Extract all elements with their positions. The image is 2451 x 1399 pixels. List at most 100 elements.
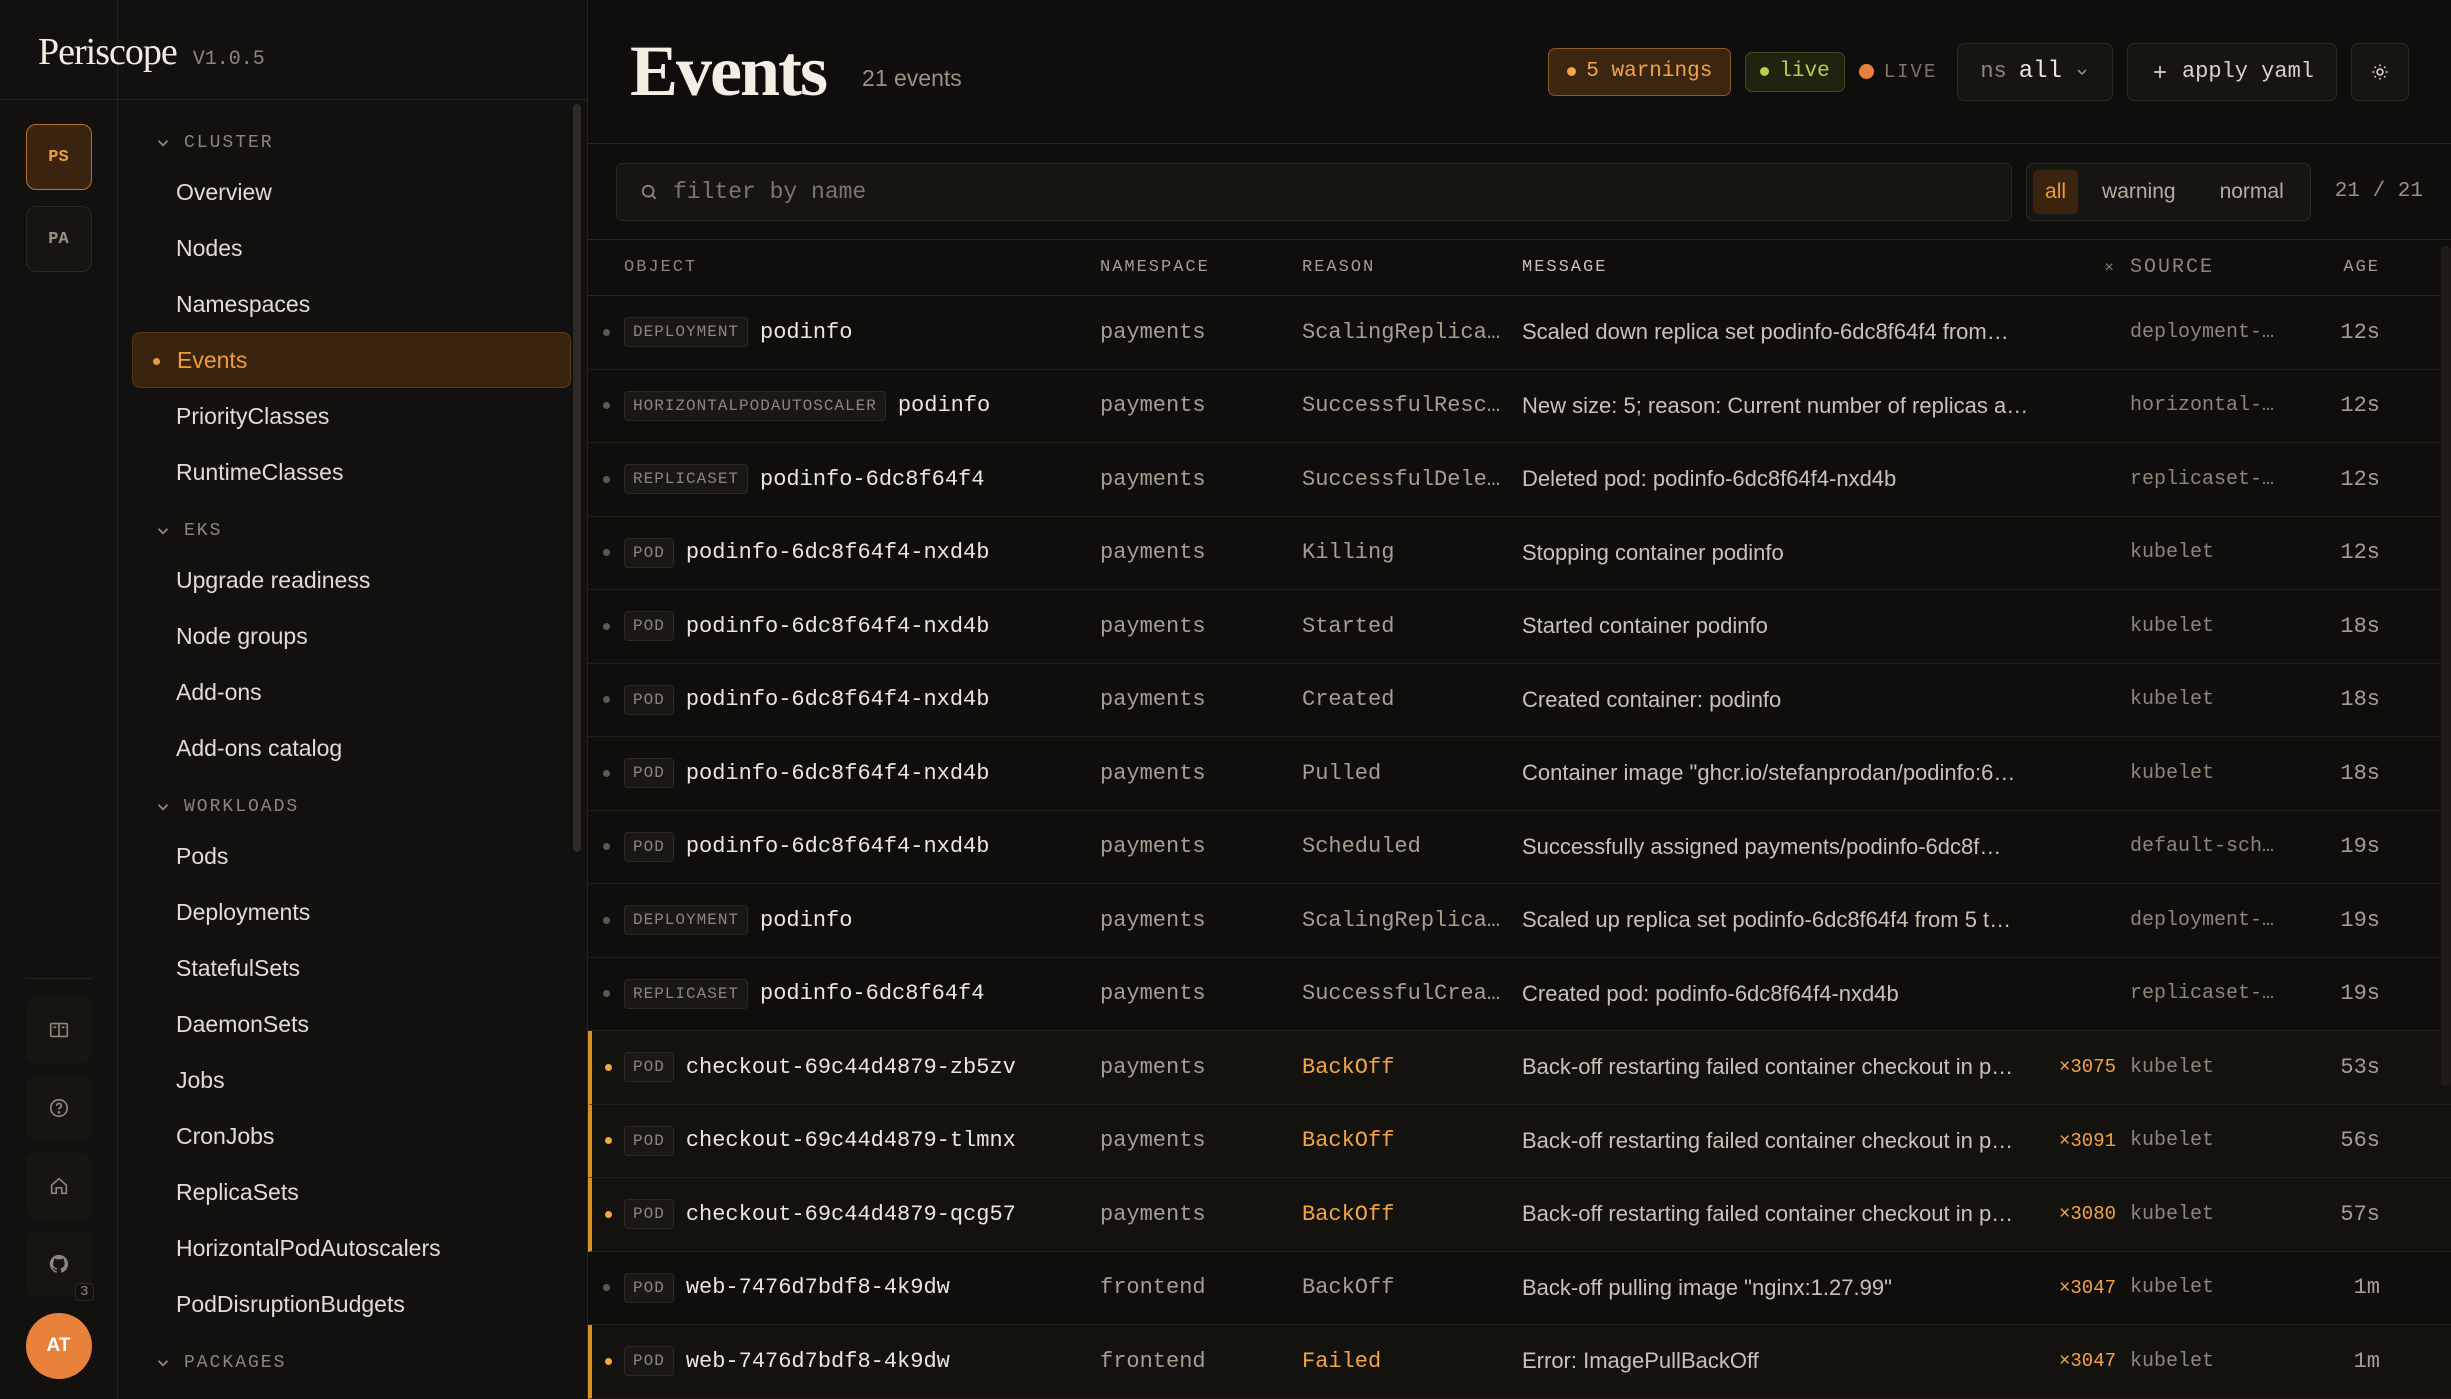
table-row[interactable]: POD podinfo-6dc8f64f4-nxd4b payments Starte… [588,590,2451,664]
live-pill-label: live [1779,60,1830,83]
sidebar-item-daemonsets[interactable]: DaemonSets [132,996,571,1052]
object-name[interactable]: podinfo-6dc8f64f4-nxd4b [686,834,990,859]
cell-message: Created container: podinfo [1522,686,1782,712]
object-name[interactable]: podinfo [898,393,990,418]
cell-age: 19s [2340,981,2380,1007]
search-icon [641,184,657,199]
table-row[interactable]: POD web-7476d7bdf8-4k9dw frontend Failed Err… [588,1325,2451,1399]
sidebar-item-poddisruptionbudgets[interactable]: PodDisruptionBudgets [132,1276,571,1332]
sidebar-item-node-groups[interactable]: Node groups [132,608,571,664]
cell-namespace: payments [1100,613,1206,639]
search-input[interactable] [673,178,1990,205]
column-namespace[interactable]: NAMESPACE [1100,258,1302,277]
sidebar-item-runtimeclasses[interactable]: RuntimeClasses [132,444,571,500]
context-pa-button[interactable]: PA [25,206,92,272]
nav-group-packages[interactable]: PACKAGES [132,1342,571,1384]
sidebar-item-add-ons-catalog[interactable]: Add-ons catalog [132,720,571,776]
object-name[interactable]: checkout-69c44d4879-qcg57 [686,1202,1016,1227]
help-button[interactable] [25,1075,92,1141]
table-row[interactable]: DEPLOYMENT podinfo payments ScalingReplica…… [588,884,2451,958]
column-source[interactable]: SOURCE [2130,256,2320,279]
chevron-down-icon [157,528,169,535]
sidebar-item-replicasets[interactable]: ReplicaSets [132,1164,571,1220]
object-name[interactable]: checkout-69c44d4879-tlmnx [686,1128,1016,1153]
sidebar-item-statefulsets[interactable]: StatefulSets [132,940,571,996]
cell-reason: SuccessfulCrea… [1302,981,1501,1007]
cell-message: Created pod: podinfo-6dc8f64f4-nxd4b [1522,980,1899,1006]
object-name[interactable]: podinfo [760,320,852,345]
nav-group-workloads[interactable]: WORKLOADS [132,786,571,828]
column-count[interactable]: × [2048,259,2130,277]
status-dot [592,1063,624,1071]
filter-all-tab[interactable]: all [2033,169,2079,214]
cell-object: POD checkout-69c44d4879-qcg57 [624,1199,1100,1230]
kind-badge: POD [624,758,674,789]
table-row[interactable]: POD web-7476d7bdf8-4k9dw frontend BackOff Ba… [588,1252,2451,1325]
sidebar-item-horizontalpodautoscalers[interactable]: HorizontalPodAutoscalers [132,1220,571,1276]
column-message[interactable]: MESSAGE [1522,258,2048,277]
sidebar-item-namespaces[interactable]: Namespaces [132,276,571,332]
cell-age: 12s [2340,466,2380,492]
object-name[interactable]: web-7476d7bdf8-4k9dw [686,1349,950,1374]
avatar[interactable]: AT [25,1313,92,1379]
object-name[interactable]: podinfo-6dc8f64f4-nxd4b [686,540,990,565]
table-row[interactable]: POD podinfo-6dc8f64f4-nxd4b payments Killin… [588,517,2451,590]
table-row[interactable]: POD checkout-69c44d4879-tlmnx payments Back… [588,1104,2451,1178]
sidebar-item-nodes[interactable]: Nodes [132,220,571,276]
object-name[interactable]: podinfo-6dc8f64f4-nxd4b [686,761,990,786]
theme-toggle-button[interactable] [2351,42,2409,101]
sidebar-item-pods[interactable]: Pods [132,828,571,884]
nav-group-cluster[interactable]: CLUSTER [132,122,571,164]
filter-warning-tab[interactable]: warning [2082,170,2196,214]
table-row[interactable]: POD podinfo-6dc8f64f4-nxd4b payments Pulled… [588,737,2451,811]
sidebar-item-add-ons[interactable]: Add-ons [132,664,571,720]
object-name[interactable]: podinfo [760,908,852,933]
sidebar-scrollbar[interactable] [573,104,581,852]
kind-badge: POD [624,611,674,642]
apply-yaml-button[interactable]: apply yaml [2126,42,2337,101]
sidebar-item-priorityclasses[interactable]: PriorityClasses [132,388,571,444]
object-name[interactable]: web-7476d7bdf8-4k9dw [686,1275,950,1300]
namespace-select[interactable]: ns all [1957,42,2113,101]
cell-namespace: payments [1100,319,1206,345]
object-name[interactable]: checkout-69c44d4879-zb5zv [686,1055,1016,1080]
table-row[interactable]: POD checkout-69c44d4879-zb5zv payments Back… [588,1031,2451,1105]
github-button[interactable]: 3 [25,1231,94,1301]
cell-message: Container image "ghcr.io/stefanprodan/po… [1522,760,2016,786]
object-name[interactable]: podinfo-6dc8f64f4 [760,467,984,492]
object-name[interactable]: podinfo-6dc8f64f4-nxd4b [686,687,990,712]
table-row[interactable]: POD checkout-69c44d4879-qcg57 payments Back… [588,1178,2451,1252]
cell-age: 18s [2340,613,2380,639]
table-row[interactable]: POD podinfo-6dc8f64f4-nxd4b payments Schedu… [588,811,2451,884]
warnings-badge[interactable]: 5 warnings [1548,47,1732,96]
table-row[interactable]: DEPLOYMENT podinfo payments ScalingReplica…… [588,296,2451,370]
table-row[interactable]: HORIZONTALPODAUTOSCALER podinfo payments Su… [588,370,2451,443]
warning-dot-icon [1567,67,1577,76]
table-row[interactable]: REPLICASET podinfo-6dc8f64f4 payments Succe… [588,958,2451,1031]
column-reason[interactable]: REASON [1302,258,1522,277]
docs-button[interactable] [25,997,92,1063]
context-ps-button[interactable]: PS [25,124,92,190]
column-age[interactable]: AGE [2320,258,2380,277]
home-button[interactable] [25,1153,92,1219]
column-object[interactable]: OBJECT [624,258,1100,277]
status-dot-icon [602,622,610,630]
object-name[interactable]: podinfo-6dc8f64f4-nxd4b [686,614,990,639]
filter-normal-tab[interactable]: normal [2200,170,2304,214]
table-row[interactable]: REPLICASET podinfo-6dc8f64f4 payments Succe… [588,443,2451,517]
kind-badge: POD [624,1199,674,1230]
cell-message: Back-off restarting failed container che… [1522,1054,2014,1080]
live-pill[interactable]: live [1745,51,1845,92]
sidebar-item-events[interactable]: Events [132,332,571,388]
sidebar-item-jobs[interactable]: Jobs [132,1052,571,1108]
sidebar-item-cronjobs[interactable]: CronJobs [132,1108,571,1164]
table-scrollbar[interactable] [2441,246,2451,1086]
cell-reason: ScalingReplica… [1302,907,1501,933]
sidebar-item-overview[interactable]: Overview [132,164,571,220]
sidebar-item-upgrade-readiness[interactable]: Upgrade readiness [132,552,571,608]
app-logo: Periscope V1.0.5 [38,30,265,74]
object-name[interactable]: podinfo-6dc8f64f4 [760,981,984,1006]
table-row[interactable]: POD podinfo-6dc8f64f4-nxd4b payments Create… [588,664,2451,737]
sidebar-item-deployments[interactable]: Deployments [132,884,571,940]
nav-group-eks[interactable]: EKS [132,510,571,552]
